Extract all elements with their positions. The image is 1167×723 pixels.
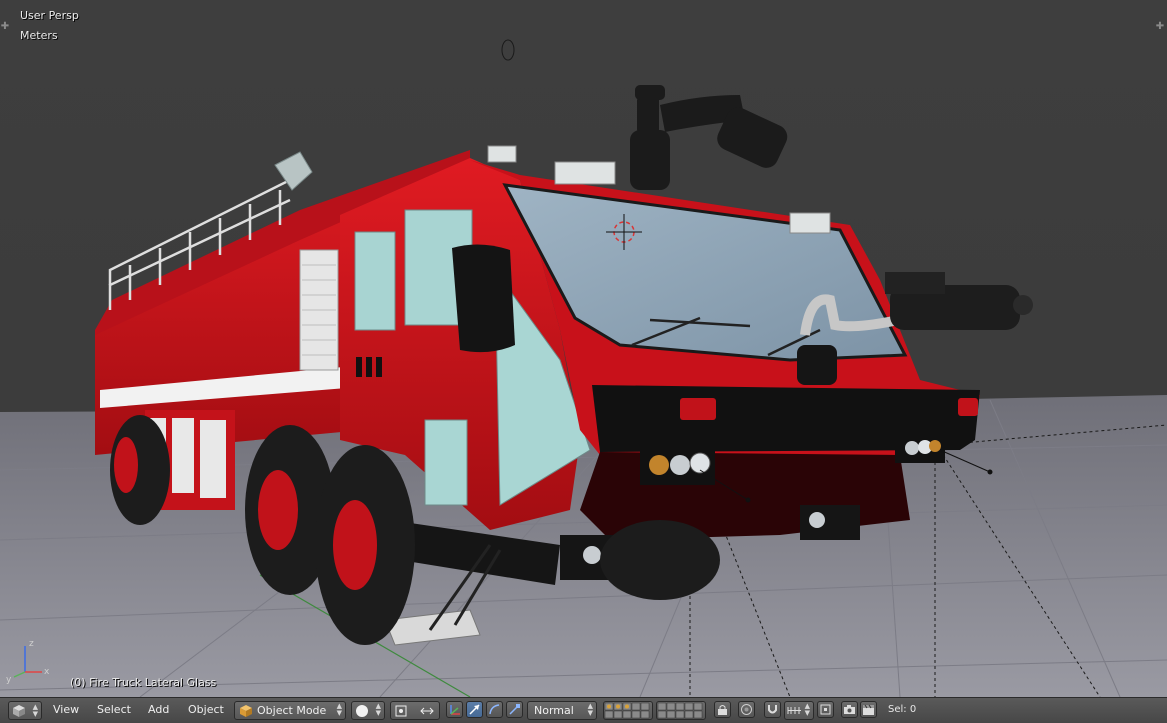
- area-split-icon[interactable]: ✚: [1155, 22, 1165, 32]
- view-perspective-label: User Persp: [20, 9, 79, 22]
- orientation-dropdown[interactable]: Normal ▲ ▼: [527, 701, 597, 720]
- indicator-left: [680, 398, 716, 420]
- magnet-icon: [768, 705, 777, 714]
- units-label: Meters: [20, 29, 58, 42]
- axis-label-x: x: [44, 667, 50, 677]
- lock-layers-button[interactable]: [714, 701, 731, 718]
- cab-window-1: [354, 231, 396, 331]
- layer-buttons-b[interactable]: [656, 701, 706, 720]
- transform-orientation-icon: [420, 707, 434, 715]
- layer-grid-icon: [657, 702, 703, 719]
- beacon-left: [554, 161, 616, 185]
- viewport-header: ▲ ▼ View Select Add Object Object Mode ▲ ▼…: [0, 697, 1167, 723]
- layer-buttons-a[interactable]: [603, 701, 653, 720]
- 3d-viewport[interactable]: z x y User Persp Meters (0) Fire Truck L…: [0, 0, 1167, 697]
- arrow-icon: [469, 704, 480, 715]
- selection-count: Sel: 0: [888, 704, 917, 715]
- render-image-button[interactable]: [841, 701, 858, 718]
- clapper-icon: [863, 704, 874, 715]
- menu-add[interactable]: Add: [148, 703, 169, 716]
- pivot-icon: [395, 705, 407, 717]
- axis-icon: [450, 705, 460, 715]
- snap-target-button[interactable]: [817, 701, 834, 718]
- indicator-right: [958, 398, 978, 416]
- menu-select[interactable]: Select: [97, 703, 131, 716]
- snap-increment-icon: [787, 707, 801, 714]
- rotate-manipulator[interactable]: [486, 701, 503, 718]
- snap-target-icon: [820, 704, 831, 715]
- pivot-point-dropdown[interactable]: [390, 701, 440, 720]
- side-mirror: [452, 244, 515, 353]
- scale-manipulator[interactable]: [506, 701, 523, 718]
- scale-icon: [509, 704, 520, 715]
- lock-icon: [718, 705, 727, 715]
- menu-view[interactable]: View: [53, 703, 79, 716]
- sphere-icon: [356, 705, 368, 717]
- beacon-top: [487, 145, 517, 163]
- manipulator-toggle[interactable]: [446, 701, 463, 718]
- circle-icon: [741, 704, 752, 715]
- layer-grid-icon: [604, 702, 650, 719]
- orientation-dropdown-label: Normal: [534, 704, 574, 717]
- cube-icon: [13, 705, 25, 717]
- render-animation-button[interactable]: [860, 701, 877, 718]
- proportional-edit-button[interactable]: [738, 701, 755, 718]
- viewport-shading-dropdown[interactable]: ▲ ▼: [351, 701, 385, 720]
- active-object-label: (0) Fire Truck Lateral Glass: [70, 676, 217, 689]
- cab-lower-window: [424, 419, 468, 506]
- rotate-icon: [489, 704, 500, 715]
- snap-element-dropdown[interactable]: ▲ ▼: [784, 701, 814, 720]
- menu-object[interactable]: Object: [188, 703, 224, 716]
- scene-canvas[interactable]: z x y: [0, 0, 1167, 697]
- snap-toggle-button[interactable]: [764, 701, 781, 718]
- area-split-icon[interactable]: ✚: [0, 22, 10, 32]
- camera-icon: [844, 705, 855, 714]
- beacon-right: [789, 212, 831, 234]
- translate-manipulator[interactable]: [466, 701, 483, 718]
- axis-label-y: y: [6, 675, 12, 685]
- mode-dropdown[interactable]: Object Mode ▲ ▼: [234, 701, 346, 720]
- mode-dropdown-label: Object Mode: [257, 704, 327, 717]
- cube-icon: [240, 705, 252, 717]
- axis-label-z: z: [29, 639, 34, 649]
- editor-type-button[interactable]: ▲ ▼: [8, 701, 42, 720]
